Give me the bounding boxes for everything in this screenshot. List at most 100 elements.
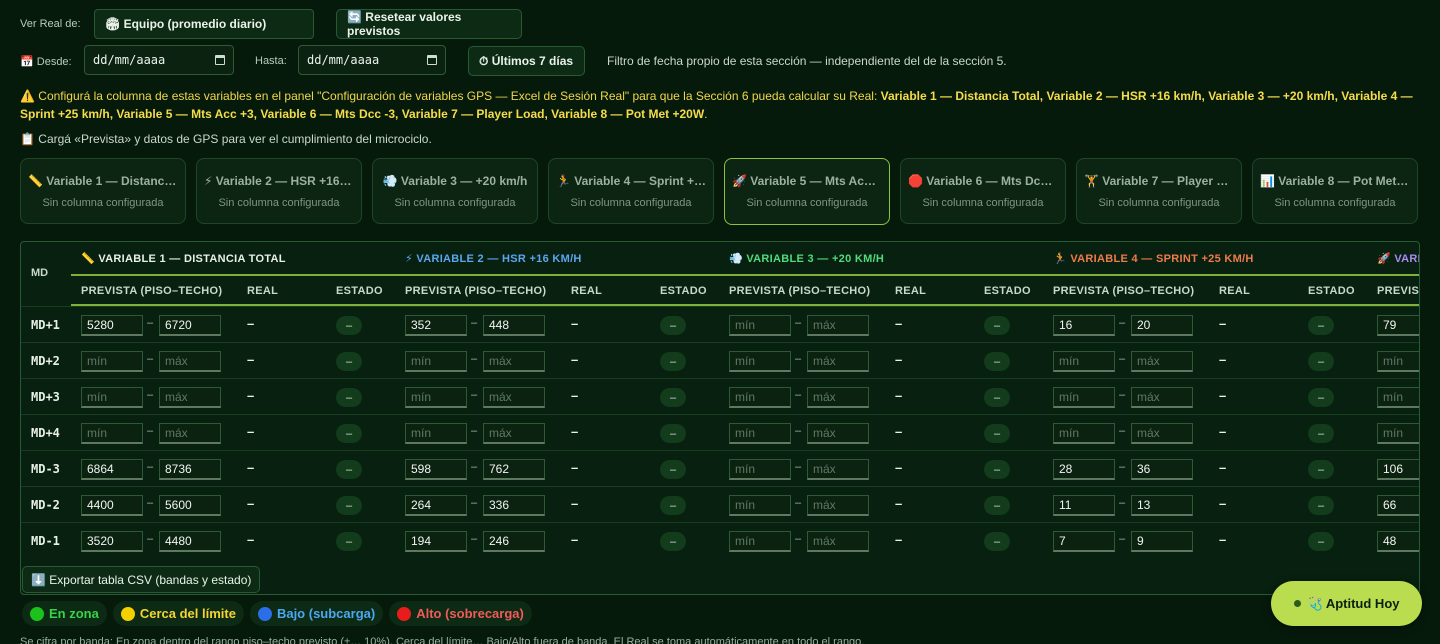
card-title: 🏋 Variable 7 — Player Load <box>1084 173 1234 188</box>
last-7-days-button[interactable]: ⏱ Últimos 7 días <box>468 46 585 76</box>
real-value: – <box>247 532 255 547</box>
variable-card-4[interactable]: 🏃 Variable 4 — Sprint +25 km/h Sin column… <box>548 158 714 224</box>
prevista-min-input[interactable]: mín <box>729 495 791 516</box>
estado-badge: – <box>984 532 1010 551</box>
real-value: – <box>1219 424 1227 439</box>
prevista-max-input[interactable]: máx <box>807 459 869 480</box>
prevista-min-input[interactable]: mín <box>729 387 791 408</box>
prevista-min-input[interactable]: mín <box>1377 387 1419 408</box>
prevista-max-input[interactable]: 6720 <box>159 315 221 336</box>
prevista-min-input[interactable]: 7 <box>1053 531 1115 552</box>
prevista-min-input[interactable]: mín <box>405 423 467 444</box>
prevista-min-input[interactable]: mín <box>729 315 791 336</box>
range-separator: – <box>795 497 802 509</box>
prevista-min-input[interactable]: mín <box>1053 423 1115 444</box>
prevista-max-input[interactable]: 8736 <box>159 459 221 480</box>
prevista-max-input[interactable]: máx <box>1131 387 1193 408</box>
prevista-max-input[interactable]: 5600 <box>159 495 221 516</box>
prevista-max-input[interactable]: máx <box>483 423 545 444</box>
prevista-min-input[interactable]: mín <box>81 351 143 372</box>
card-status: Sin columna configurada <box>922 196 1044 209</box>
prevista-max-input[interactable]: 20 <box>1131 315 1193 336</box>
prevista-max-input[interactable]: máx <box>1131 423 1193 444</box>
prevista-max-input[interactable]: máx <box>159 387 221 408</box>
variable-card-8[interactable]: 📊 Variable 8 — Pot Met +20W Sin columna c… <box>1252 158 1418 224</box>
prevista-max-input[interactable]: máx <box>807 351 869 372</box>
hasta-date-input[interactable]: dd/mm/aaaa <box>298 45 446 75</box>
prevista-min-input[interactable]: mín <box>405 351 467 372</box>
prevista-max-input[interactable]: máx <box>807 495 869 516</box>
aptitud-hoy-button[interactable]: 🩺 Aptitud Hoy <box>1271 581 1422 626</box>
reset-previstos-button[interactable]: 🔄 Resetear valores previstos <box>336 9 522 39</box>
prevista-min-input[interactable]: 28 <box>1053 459 1115 480</box>
md-column-header: MD <box>31 267 49 279</box>
card-title: ⚡ Variable 2 — HSR +16 km/h <box>204 173 354 188</box>
prevista-max-input[interactable]: máx <box>483 387 545 408</box>
prevista-max-input[interactable]: 9 <box>1131 531 1193 552</box>
status-dot <box>1293 600 1301 607</box>
prevista-min-input[interactable]: mín <box>1053 351 1115 372</box>
real-value: – <box>1219 352 1227 367</box>
prevista-min-input[interactable]: mín <box>729 423 791 444</box>
real-value: – <box>895 460 903 475</box>
prevista-max-input[interactable]: 36 <box>1131 459 1193 480</box>
prevista-max-input[interactable]: 4480 <box>159 531 221 552</box>
prevista-min-input[interactable]: 4400 <box>81 495 143 516</box>
md-label: MD-3 <box>31 462 60 476</box>
prevista-min-input[interactable]: mín <box>81 387 143 408</box>
prevista-max-input[interactable]: máx <box>159 423 221 444</box>
prevista-min-input[interactable]: mín <box>729 459 791 480</box>
variable-card-5[interactable]: 🚀 Variable 5 — Mts Acc +3 Sin columna con… <box>724 158 890 225</box>
variable-card-2[interactable]: ⚡ Variable 2 — HSR +16 km/h Sin columna c… <box>196 158 362 224</box>
prevista-min-input[interactable]: mín <box>729 351 791 372</box>
prevista-min-input[interactable]: mín <box>1377 351 1419 372</box>
range-separator: – <box>471 497 478 509</box>
prevista-max-input[interactable]: máx <box>159 351 221 372</box>
prevista-max-input[interactable]: 13 <box>1131 495 1193 516</box>
variable-card-1[interactable]: 📏 Variable 1 — Distancia Total Sin column… <box>20 158 186 224</box>
prevista-min-input[interactable]: 16 <box>1053 315 1115 336</box>
variable-card-3[interactable]: 💨 Variable 3 — +20 km/h Sin columna confi… <box>372 158 538 224</box>
prevista-max-input[interactable]: máx <box>807 387 869 408</box>
prevista-max-input[interactable]: máx <box>483 351 545 372</box>
desde-date-input[interactable]: dd/mm/aaaa <box>84 45 234 75</box>
prevista-min-input[interactable]: mín <box>1377 423 1419 444</box>
variable-group-header: ⚡ VARIABLE 2 — HSR +16 KM/H <box>405 253 582 265</box>
status-dot-icon <box>257 606 272 621</box>
prevista-max-input[interactable]: 762 <box>483 459 545 480</box>
range-separator: – <box>471 425 478 437</box>
prevista-min-input[interactable]: mín <box>405 387 467 408</box>
prevista-max-input[interactable]: máx <box>807 423 869 444</box>
estado-badge: – <box>336 496 362 515</box>
prevista-min-input[interactable]: 264 <box>405 495 467 516</box>
range-separator: – <box>1119 353 1126 365</box>
prevista-min-input[interactable]: 48 <box>1377 531 1419 552</box>
prevista-min-input[interactable]: 194 <box>405 531 467 552</box>
variable-card-7[interactable]: 🏋 Variable 7 — Player Load Sin columna co… <box>1076 158 1242 224</box>
calendar-icon[interactable] <box>215 55 225 65</box>
ver-real-select[interactable]: 🏟 Equipo (promedio diario) <box>94 9 314 39</box>
prevista-max-input[interactable]: máx <box>807 315 869 336</box>
prevista-min-input[interactable]: 3520 <box>81 531 143 552</box>
export-csv-button[interactable]: ⬇️ Exportar tabla CSV (bandas y estado) <box>22 566 261 593</box>
prevista-min-input[interactable]: 598 <box>405 459 467 480</box>
prevista-min-input[interactable]: mín <box>81 423 143 444</box>
prevista-min-input[interactable]: 79 <box>1377 315 1419 336</box>
prevista-min-input[interactable]: 352 <box>405 315 467 336</box>
prevista-min-input[interactable]: 6864 <box>81 459 143 480</box>
prevista-max-input[interactable]: 336 <box>483 495 545 516</box>
prevista-max-input[interactable]: máx <box>1131 351 1193 372</box>
prevista-min-input[interactable]: mín <box>729 531 791 552</box>
prevista-min-input[interactable]: mín <box>1053 387 1115 408</box>
prevista-max-input[interactable]: 448 <box>483 315 545 336</box>
variable-card-6[interactable]: 🛑 Variable 6 — Mts Dcc -3 Sin columna con… <box>900 158 1066 224</box>
prevista-min-input[interactable]: 5280 <box>81 315 143 336</box>
prevista-max-input[interactable]: 246 <box>483 531 545 552</box>
prevista-max-input[interactable]: máx <box>807 531 869 552</box>
calendar-icon[interactable] <box>427 55 437 65</box>
table-row: MD+1 5280–6720– –352–448– – mín – máx – –16–20– –… <box>21 306 1419 342</box>
prevista-min-input[interactable]: 106 <box>1377 459 1419 480</box>
prevista-min-input[interactable]: 66 <box>1377 495 1419 516</box>
prevista-min-input[interactable]: 11 <box>1053 495 1115 516</box>
range-separator: – <box>1119 533 1126 545</box>
